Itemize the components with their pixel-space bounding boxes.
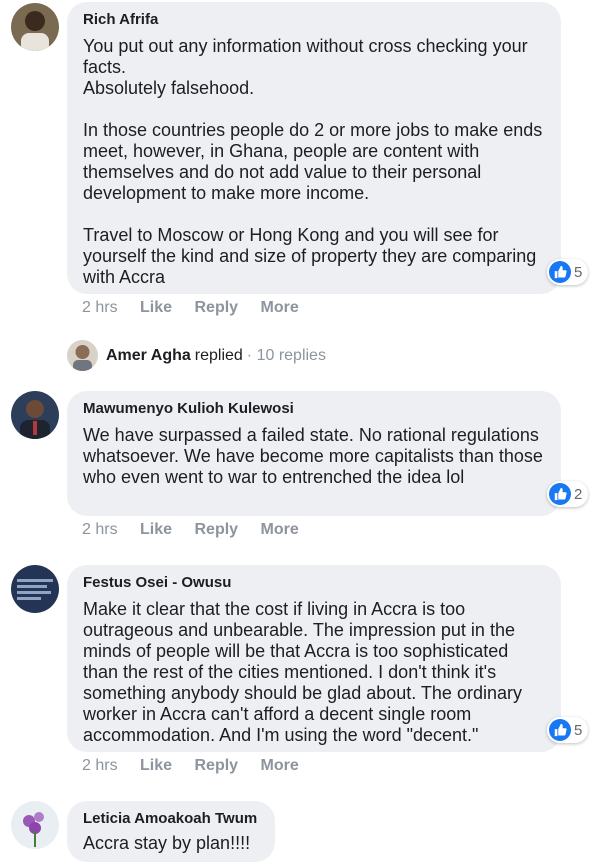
reply-author-name[interactable]: Amer Agha bbox=[106, 347, 191, 365]
comment-paragraph: Make it clear that the cost if living in… bbox=[83, 599, 522, 745]
reaction-badge[interactable]: 2 bbox=[547, 481, 589, 507]
reply-button[interactable]: Reply bbox=[195, 299, 239, 316]
like-thumb-icon bbox=[549, 719, 571, 741]
reply-verb: replied bbox=[194, 346, 243, 364]
comment-bubble: Festus Osei - Owusu Make it clear that t… bbox=[67, 565, 561, 752]
more-button[interactable]: More bbox=[261, 299, 299, 316]
like-thumb-icon bbox=[549, 261, 571, 283]
reply-button[interactable]: Reply bbox=[195, 757, 239, 774]
comment-bubble: Leticia Amoakoah Twum Accra stay by plan… bbox=[67, 801, 275, 862]
reaction-count: 5 bbox=[574, 263, 583, 281]
reaction-count: 2 bbox=[574, 485, 583, 503]
more-button[interactable]: More bbox=[261, 521, 299, 538]
like-thumb-icon bbox=[549, 483, 571, 505]
comment-actions: 2 hrs Like Reply More bbox=[82, 299, 317, 317]
comment-timestamp[interactable]: 2 hrs bbox=[82, 521, 118, 538]
avatar-rich-afrifa[interactable] bbox=[11, 3, 59, 51]
like-button[interactable]: Like bbox=[140, 757, 172, 774]
comment-actions: 2 hrs Like Reply More bbox=[82, 521, 317, 539]
avatar-amer-agha bbox=[67, 340, 98, 371]
like-button[interactable]: Like bbox=[140, 521, 172, 538]
comment-author[interactable]: Mawumenyo Kulioh Kulewosi bbox=[83, 400, 545, 418]
comment-author[interactable]: Rich Afrifa bbox=[83, 11, 545, 29]
comment-timestamp[interactable]: 2 hrs bbox=[82, 757, 118, 774]
comment-text: Accra stay by plan!!!! bbox=[83, 833, 259, 854]
comment-paragraph: In those countries people do 2 or more j… bbox=[83, 120, 543, 203]
reply-count[interactable]: · 10 replies bbox=[247, 347, 326, 365]
reaction-badge[interactable]: 5 bbox=[547, 259, 589, 285]
comment-bubble: Mawumenyo Kulioh Kulewosi We have surpas… bbox=[67, 391, 561, 516]
reaction-count: 5 bbox=[574, 721, 583, 739]
comment-paragraph: You put out any information without cros… bbox=[83, 36, 528, 98]
comment-paragraph: Accra stay by plan!!!! bbox=[83, 833, 251, 853]
like-button[interactable]: Like bbox=[140, 299, 172, 316]
reaction-badge[interactable]: 5 bbox=[547, 717, 589, 743]
comment-bubble: Rich Afrifa You put out any information … bbox=[67, 2, 561, 294]
avatar-mawumenyo[interactable] bbox=[11, 391, 59, 439]
comment-text: We have surpassed a failed state. No rat… bbox=[83, 425, 545, 488]
comment-actions: 2 hrs Like Reply More bbox=[82, 757, 317, 775]
comment-author[interactable]: Festus Osei - Owusu bbox=[83, 574, 545, 592]
reply-button[interactable]: Reply bbox=[195, 521, 239, 538]
comment-paragraph: We have surpassed a failed state. No rat… bbox=[83, 425, 543, 487]
avatar-leticia[interactable] bbox=[11, 801, 59, 849]
replies-summary[interactable]: Amer Agha replied · 10 replies bbox=[67, 340, 326, 371]
comment-paragraph: Travel to Moscow or Hong Kong and you wi… bbox=[83, 225, 537, 287]
comment-timestamp[interactable]: 2 hrs bbox=[82, 299, 118, 316]
avatar-festus[interactable] bbox=[11, 565, 59, 613]
comment-text: You put out any information without cros… bbox=[83, 36, 545, 288]
comment-author[interactable]: Leticia Amoakoah Twum bbox=[83, 810, 259, 828]
comment-text: Make it clear that the cost if living in… bbox=[83, 599, 545, 746]
more-button[interactable]: More bbox=[261, 757, 299, 774]
